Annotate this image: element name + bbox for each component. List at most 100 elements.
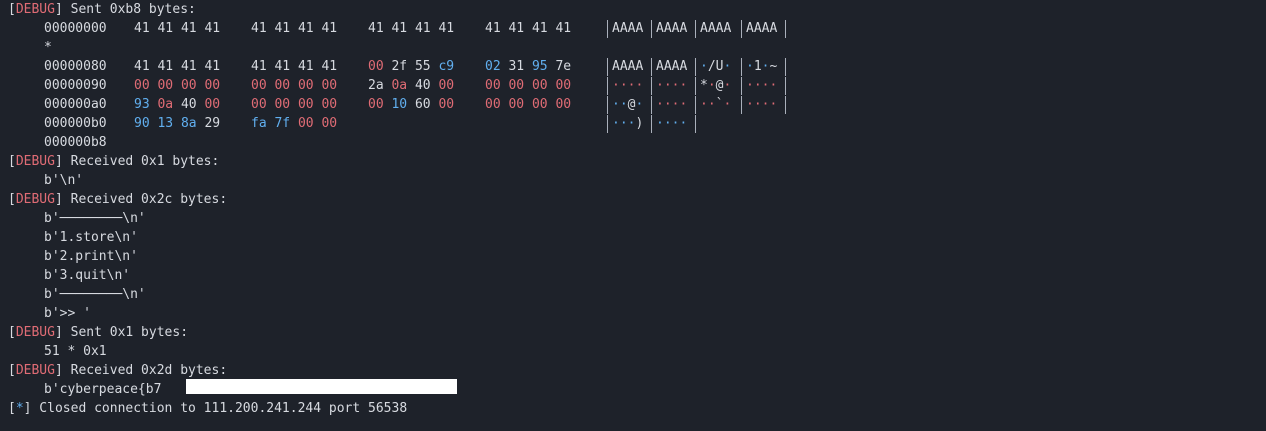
hexdump-ascii-chunk: ····: [746, 95, 777, 114]
hexdump-byte: 10: [391, 97, 408, 112]
hexdump-byte-group: 41 41 41 41: [134, 57, 220, 76]
hexdump-byte-group: 00 00 00 00: [251, 76, 337, 95]
hexdump-byte: 41: [391, 21, 408, 36]
hexdump-separator: [607, 58, 608, 76]
hexdump-byte: 00: [531, 97, 548, 112]
hexdump-byte: 2a: [368, 78, 384, 93]
menu-prompt: b'>> ': [44, 306, 91, 321]
hexdump-byte: 41: [157, 59, 174, 74]
menu-item-store: b'1.store\n': [44, 230, 138, 245]
hexdump-byte: 41: [555, 21, 572, 36]
hexdump-ascii-chunk: ····: [656, 95, 687, 114]
hexdump-byte: 40: [180, 97, 197, 112]
hexdump-byte: 00: [438, 78, 455, 93]
hexdump-byte-group: 00 10 60 00: [368, 95, 454, 114]
hexdump-ascii-char: ·: [753, 78, 762, 93]
debug-tag: DEBUG: [15, 154, 55, 169]
log-line-received-2: [DEBUG] Received 0x2c bytes:: [8, 192, 228, 207]
hexdump-ascii-char: ·: [656, 116, 664, 131]
hexdump-ascii-char: ·: [656, 78, 664, 93]
hexdump-ascii-chunk: ·/U·: [700, 57, 731, 76]
hexdump-ascii-char: A: [679, 21, 688, 36]
received-header: ] Received 0x1 bytes:: [54, 154, 220, 169]
hexdump-offset: *: [44, 40, 52, 55]
hexdump-ascii-char: A: [769, 21, 778, 36]
hexdump-ascii-char: ·: [700, 59, 708, 74]
hexdump-byte: 00: [251, 78, 267, 93]
received-body: b'\n': [44, 173, 84, 188]
hexdump-byte-group: 41 41 41 41: [251, 57, 337, 76]
hexdump-ascii-chunk: *·@·: [700, 76, 731, 95]
hexdump-separator: [695, 20, 696, 38]
hexdump-ascii-char: ·: [723, 59, 732, 74]
hexdump-byte: 00: [485, 97, 501, 112]
hexdump-offset: 00000080: [44, 59, 107, 74]
hexdump-separator: [651, 20, 652, 38]
hexdump-ascii-chunk: AAAA: [612, 19, 643, 38]
hexdump-ascii-chunk: AAAA: [612, 57, 643, 76]
hexdump-byte: 41: [251, 59, 267, 74]
hexdump-ascii-char: A: [619, 59, 628, 74]
hexdump-byte-group: 2a 0a 40 00: [368, 76, 454, 95]
hexdump-separator: [607, 77, 608, 95]
log-line-sent: [DEBUG] Sent 0xb8 bytes:: [8, 2, 196, 17]
hexdump-ascii-char: ~: [769, 59, 778, 74]
hexdump-byte-group: 00 00 00 00: [134, 76, 220, 95]
hexdump-byte: 41: [180, 21, 197, 36]
hexdump-byte: 00: [321, 78, 338, 93]
hexdump-byte: 41: [180, 59, 197, 74]
hexdump-ascii-char: /: [707, 59, 716, 74]
debug-tag: DEBUG: [15, 363, 55, 378]
hexdump-byte: 00: [204, 78, 221, 93]
hexdump-ascii-chunk: ·1·~: [746, 57, 777, 76]
hexdump-byte: 0a: [391, 78, 408, 93]
hexdump-separator: [651, 115, 652, 133]
hexdump-separator: [651, 58, 652, 76]
hexdump-ascii-char: ·: [612, 116, 620, 131]
hexdump-ascii-char: ·: [663, 78, 672, 93]
hexdump-byte: 41: [274, 21, 291, 36]
hexdump-ascii-char: ·: [769, 78, 778, 93]
sent-header: ] Sent 0xb8 bytes:: [54, 2, 196, 17]
hexdump-byte: 2f: [391, 59, 408, 74]
hexdump-ascii-chunk: ···): [612, 114, 643, 133]
hexdump-byte: 41: [414, 21, 431, 36]
hexdump-byte: 41: [508, 21, 525, 36]
hexdump-byte: 0a: [157, 97, 174, 112]
hexdump-byte: 29: [204, 116, 221, 131]
hexdump-ascii-chunk: ····: [656, 114, 687, 133]
hexdump-byte: 00: [134, 78, 150, 93]
menu-rule: b'────────\n': [44, 287, 146, 302]
hexdump-byte-group: 02 31 95 7e: [485, 57, 571, 76]
received-header: ] Received 0x2c bytes:: [54, 192, 228, 207]
hexdump-separator: [607, 115, 608, 133]
hexdump-ascii-chunk: ····: [746, 76, 777, 95]
hexdump-byte-group: 93 0a 40 00: [134, 95, 220, 114]
hexdump-ascii-char: ·: [707, 97, 716, 112]
hexdump-byte: 41: [321, 21, 338, 36]
hexdump-byte: 41: [485, 21, 501, 36]
hexdump-byte: 41: [297, 59, 314, 74]
hexdump-ascii-char: ·: [619, 78, 628, 93]
closed-message: ] Closed connection to 111.200.241.244 p…: [23, 401, 408, 416]
hexdump-byte: 02: [485, 59, 501, 74]
hexdump-byte-group: 00 00 00 00: [485, 95, 571, 114]
hexdump-ascii-char: ·: [707, 78, 716, 93]
hexdump-ascii-char: ·: [619, 97, 628, 112]
hexdump-ascii-char: ·: [612, 78, 620, 93]
hexdump-ascii-char: ·: [663, 116, 672, 131]
hexdump-ascii-char: ·: [746, 78, 754, 93]
hexdump-byte: 00: [368, 97, 384, 112]
hexdump-byte: 00: [321, 116, 338, 131]
hexdump-byte: 00: [297, 97, 314, 112]
menu-item-quit: b'3.quit\n': [44, 268, 131, 283]
debug-tag: DEBUG: [15, 2, 55, 17]
hexdump-offset: 00000000: [44, 21, 107, 36]
menu-item-print: b'2.print\n': [44, 249, 138, 264]
hexdump-ascii-char: A: [723, 21, 732, 36]
hexdump-ascii-char: 1: [753, 59, 762, 74]
menu-rule: b'────────\n': [44, 211, 146, 226]
hexdump-byte: 41: [368, 21, 384, 36]
hexdump-byte: 41: [274, 59, 291, 74]
hexdump-byte: 55: [414, 59, 431, 74]
